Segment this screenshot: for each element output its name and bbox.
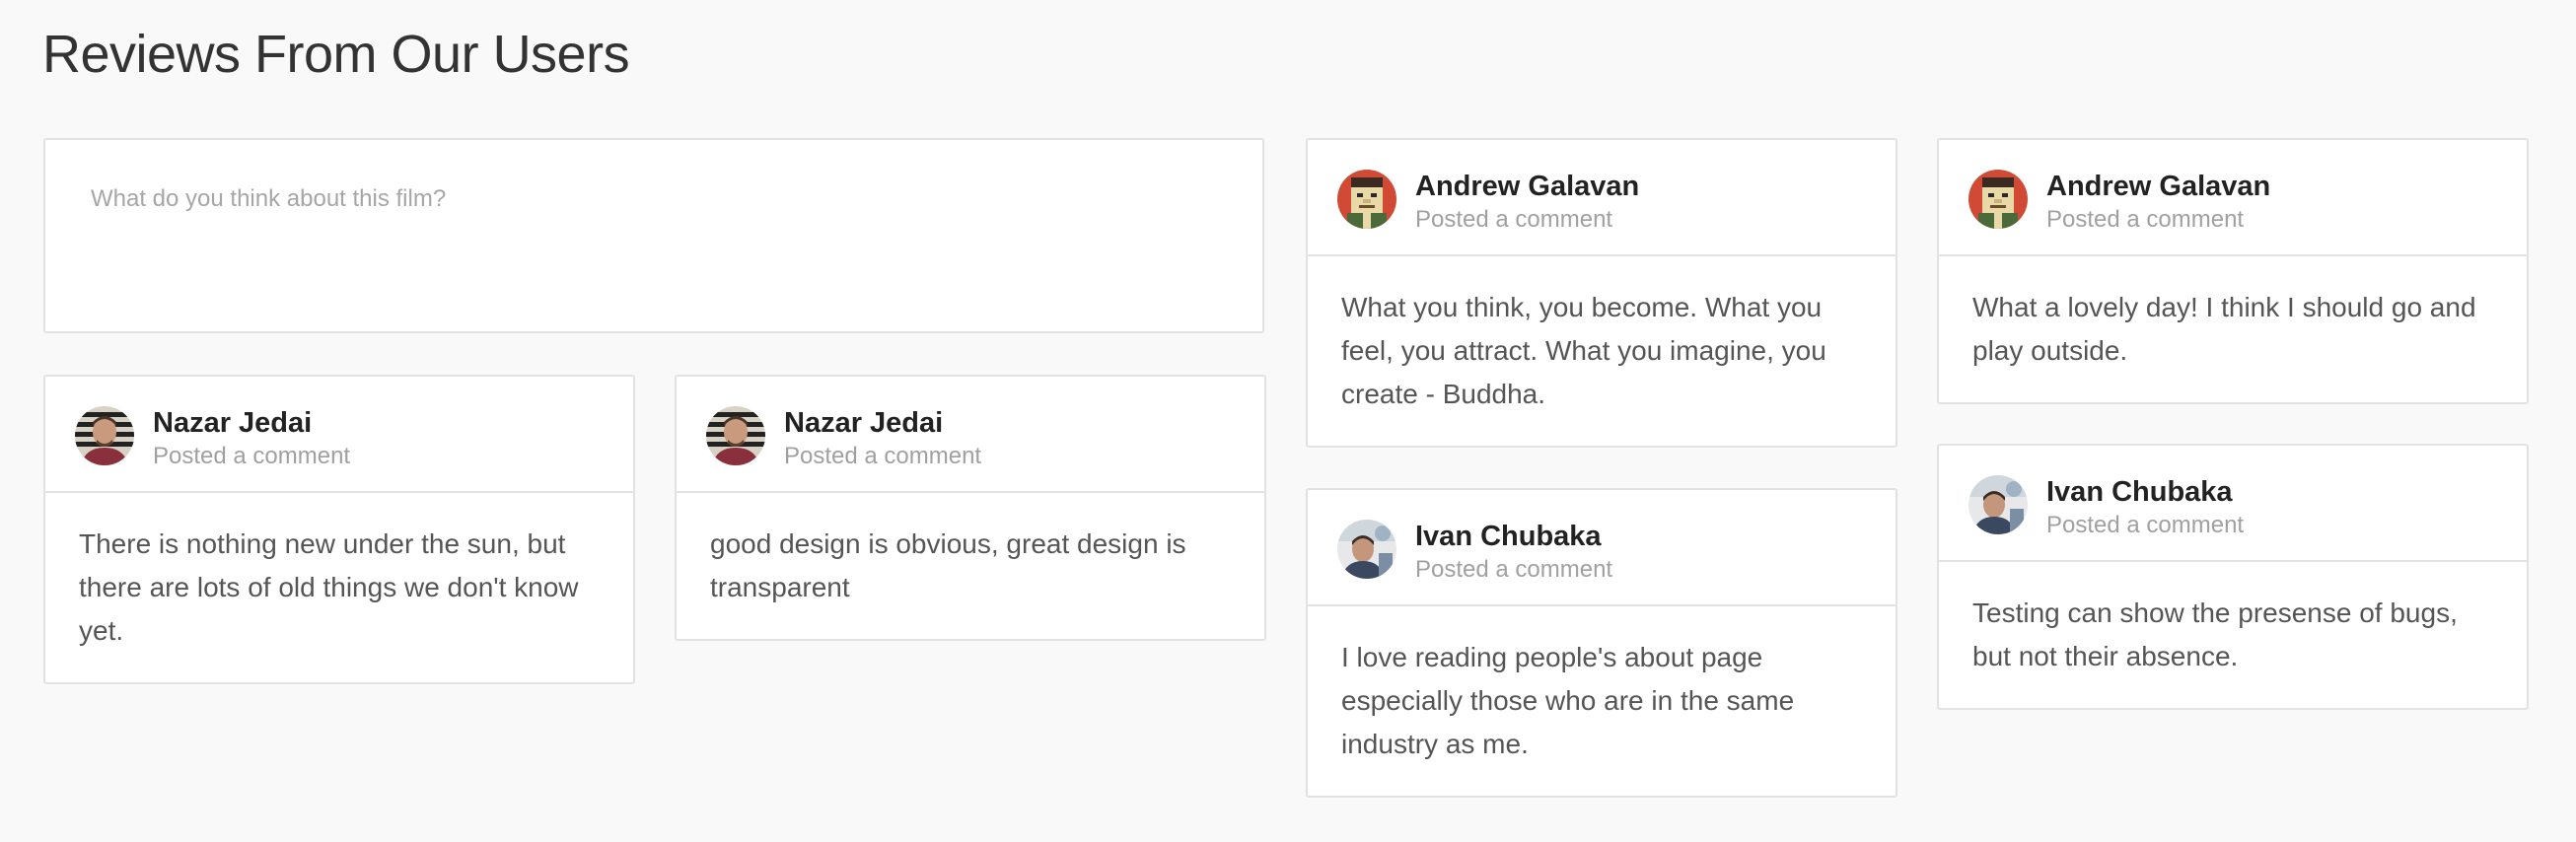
review-card-header: Nazar Jedai Posted a comment xyxy=(677,377,1264,493)
review-meta: Posted a comment xyxy=(784,443,982,469)
review-author[interactable]: Andrew Galavan xyxy=(1415,170,1639,203)
avatar[interactable] xyxy=(1337,170,1396,229)
review-card-header: Ivan Chubaka Posted a comment xyxy=(1308,490,1896,606)
review-meta: Posted a comment xyxy=(2046,206,2245,233)
review-card-header: Andrew Galavan Posted a comment xyxy=(1308,140,1896,256)
person-photo-avatar-icon xyxy=(706,406,765,465)
review-meta: Posted a comment xyxy=(1415,206,1613,233)
review-author[interactable]: Andrew Galavan xyxy=(2046,170,2270,203)
person-photo-avatar-icon xyxy=(1968,475,2028,534)
review-text: I love reading people's about page espec… xyxy=(1341,642,1795,759)
avatar[interactable] xyxy=(1968,170,2028,229)
review-author[interactable]: Nazar Jedai xyxy=(784,406,943,440)
review-text: What you think, you become. What you fee… xyxy=(1341,292,1826,409)
review-card-header: Ivan Chubaka Posted a comment xyxy=(1939,446,2527,562)
review-text: What a lovely day! I think I should go a… xyxy=(1972,292,2476,366)
review-card: Ivan Chubaka Posted a comment I love rea… xyxy=(1306,488,1897,798)
review-text: There is nothing new under the sun, but … xyxy=(79,528,579,646)
avatar[interactable] xyxy=(1337,520,1396,579)
review-card-header: Nazar Jedai Posted a comment xyxy=(45,377,633,493)
pixel-art-avatar-icon xyxy=(1337,170,1396,229)
review-author[interactable]: Nazar Jedai xyxy=(153,406,312,440)
review-text: good design is obvious, great design is … xyxy=(710,528,1186,602)
review-author[interactable]: Ivan Chubaka xyxy=(1415,520,1602,553)
review-card: Andrew Galavan Posted a comment What you… xyxy=(1306,138,1897,448)
review-card: Andrew Galavan Posted a comment What a l… xyxy=(1937,138,2529,404)
review-card: Ivan Chubaka Posted a comment Testing ca… xyxy=(1937,444,2529,710)
review-author[interactable]: Ivan Chubaka xyxy=(2046,475,2233,509)
review-input[interactable] xyxy=(45,140,1262,331)
person-photo-avatar-icon xyxy=(1337,520,1396,579)
review-meta: Posted a comment xyxy=(2046,512,2245,538)
person-photo-avatar-icon xyxy=(75,406,134,465)
review-meta: Posted a comment xyxy=(153,443,351,469)
review-meta: Posted a comment xyxy=(1415,556,1613,583)
review-card: Nazar Jedai Posted a comment There is no… xyxy=(43,375,635,684)
review-composer[interactable] xyxy=(43,138,1264,333)
review-card-header: Andrew Galavan Posted a comment xyxy=(1939,140,2527,256)
avatar[interactable] xyxy=(1968,475,2028,534)
review-text: Testing can show the presense of bugs, b… xyxy=(1972,597,2458,671)
avatar[interactable] xyxy=(706,406,765,465)
pixel-art-avatar-icon xyxy=(1968,170,2028,229)
page-title: Reviews From Our Users xyxy=(42,25,630,84)
avatar[interactable] xyxy=(75,406,134,465)
review-card: Nazar Jedai Posted a comment good design… xyxy=(675,375,1266,641)
